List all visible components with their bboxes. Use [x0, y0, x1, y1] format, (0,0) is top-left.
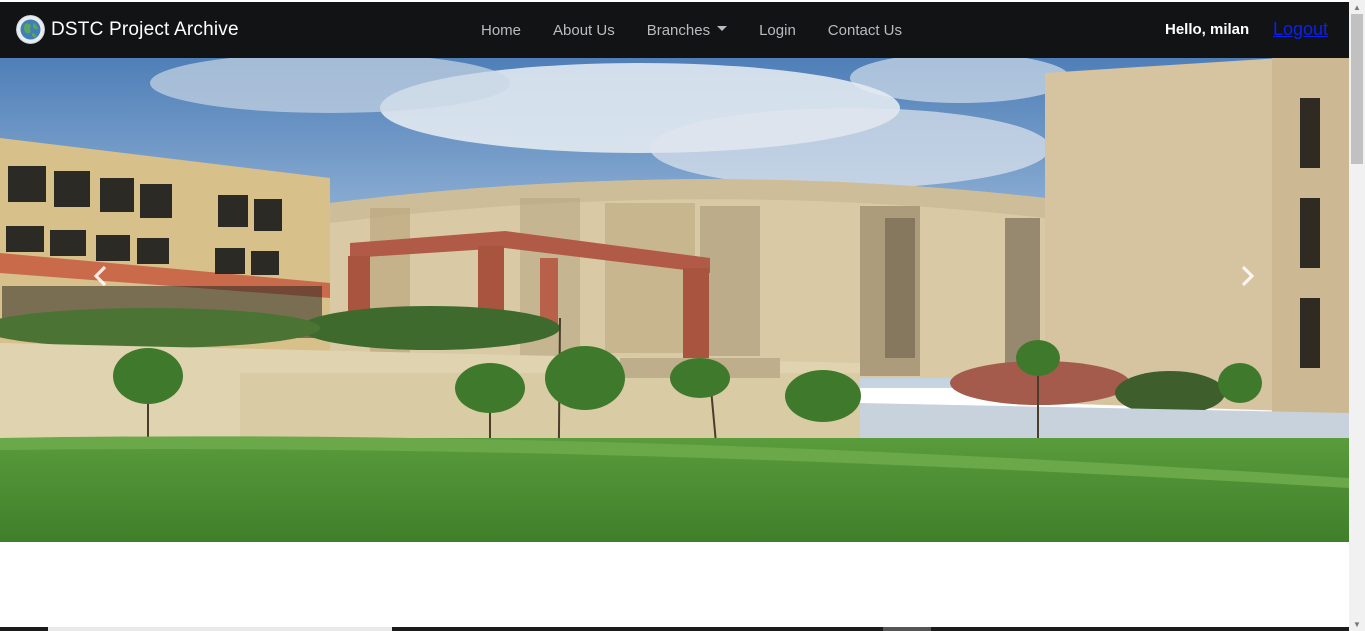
main-nav: Home About Us Branches Login Contact Us — [465, 2, 918, 58]
carousel-next-button[interactable] — [1231, 260, 1263, 292]
scrollbar-thumb[interactable] — [1351, 14, 1363, 164]
chevron-left-icon — [93, 265, 107, 287]
next-section-panel — [48, 627, 392, 631]
page-scrollbar[interactable]: ▲ ▼ — [1349, 0, 1365, 631]
next-section-edge — [0, 627, 1349, 631]
scroll-down-arrow-icon[interactable]: ▼ — [1349, 617, 1365, 631]
nav-home[interactable]: Home — [465, 22, 537, 39]
logout-link[interactable]: Logout — [1273, 19, 1328, 40]
next-section-panel-dark — [883, 627, 931, 631]
campus-photo — [0, 58, 1349, 542]
brand-title: DSTC Project Archive — [51, 18, 239, 40]
globe-logo-icon — [16, 15, 45, 44]
hero-carousel — [0, 58, 1349, 542]
chevron-right-icon — [1241, 265, 1255, 287]
nav-contact[interactable]: Contact Us — [812, 22, 918, 39]
navbar: DSTC Project Archive Home About Us Branc… — [0, 2, 1349, 58]
caret-down-icon — [717, 25, 728, 31]
nav-branches-label: Branches — [646, 21, 711, 39]
brand[interactable]: DSTC Project Archive — [16, 15, 239, 44]
nav-branches-dropdown[interactable]: Branches — [631, 22, 743, 39]
nav-about[interactable]: About Us — [537, 22, 631, 39]
user-greeting: Hello, milan — [1165, 21, 1250, 38]
carousel-prev-button[interactable] — [85, 260, 117, 292]
nav-login[interactable]: Login — [743, 22, 812, 39]
scroll-up-arrow-icon[interactable]: ▲ — [1349, 0, 1365, 14]
